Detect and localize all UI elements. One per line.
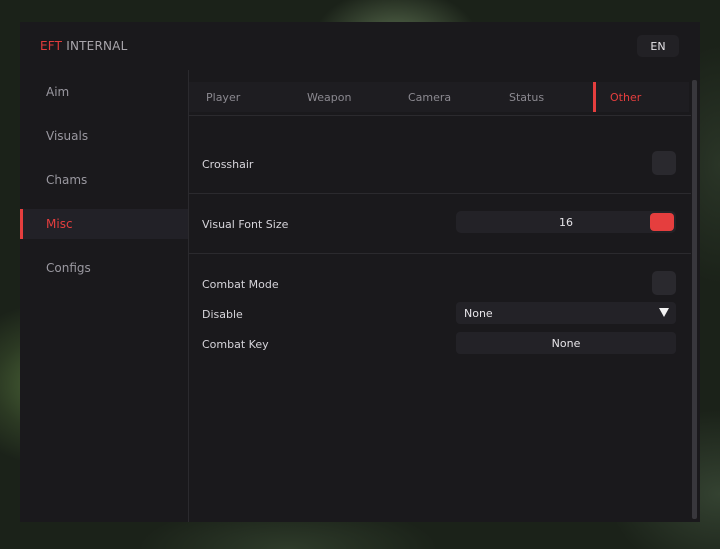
disable-dropdown[interactable]: None bbox=[456, 302, 676, 324]
title-bar: EFT INTERNAL EN bbox=[20, 22, 700, 70]
slider-value: 16 bbox=[559, 215, 573, 229]
visual-font-size-slider[interactable]: 16 bbox=[456, 211, 676, 233]
active-tab-indicator bbox=[593, 82, 596, 112]
sidebar-item-chams[interactable]: Chams bbox=[20, 165, 188, 195]
language-button[interactable]: EN bbox=[637, 35, 679, 57]
tab-weapon[interactable]: Weapon bbox=[307, 82, 351, 112]
crosshair-label: Crosshair bbox=[202, 158, 254, 171]
brand-name: INTERNAL bbox=[66, 39, 128, 53]
settings-panel: Player Weapon Camera Status Other Crossh… bbox=[189, 70, 691, 522]
scrollbar[interactable] bbox=[692, 80, 697, 519]
visual-font-size-label: Visual Font Size bbox=[202, 218, 289, 231]
tab-camera[interactable]: Camera bbox=[408, 82, 451, 112]
section-divider bbox=[189, 193, 691, 194]
tab-status[interactable]: Status bbox=[509, 82, 544, 112]
brand-accent: EFT bbox=[40, 39, 63, 53]
tab-player[interactable]: Player bbox=[206, 82, 240, 112]
combat-mode-label: Combat Mode bbox=[202, 278, 279, 291]
combat-mode-checkbox[interactable] bbox=[652, 271, 676, 295]
dropdown-arrow-icon bbox=[659, 308, 669, 317]
sidebar-item-misc[interactable]: Misc bbox=[20, 209, 188, 239]
section-divider bbox=[189, 115, 691, 116]
sidebar-item-aim[interactable]: Aim bbox=[20, 77, 188, 107]
crosshair-checkbox[interactable] bbox=[652, 151, 676, 175]
disable-label: Disable bbox=[202, 308, 243, 321]
tab-bar: Player Weapon Camera Status Other bbox=[189, 82, 689, 112]
tab-other[interactable]: Other bbox=[610, 82, 641, 112]
section-divider bbox=[189, 253, 691, 254]
sidebar: Aim Visuals Chams Misc Configs bbox=[20, 70, 188, 522]
combat-key-label: Combat Key bbox=[202, 338, 269, 351]
sidebar-item-configs[interactable]: Configs bbox=[20, 253, 188, 283]
dropdown-value: None bbox=[464, 306, 493, 320]
slider-handle[interactable] bbox=[650, 213, 674, 231]
cheat-menu-window: EFT INTERNAL EN Aim Visuals Chams Misc C… bbox=[20, 22, 700, 522]
sidebar-item-visuals[interactable]: Visuals bbox=[20, 121, 188, 151]
app-title: EFT INTERNAL bbox=[40, 39, 127, 53]
combat-key-button[interactable]: None bbox=[456, 332, 676, 354]
